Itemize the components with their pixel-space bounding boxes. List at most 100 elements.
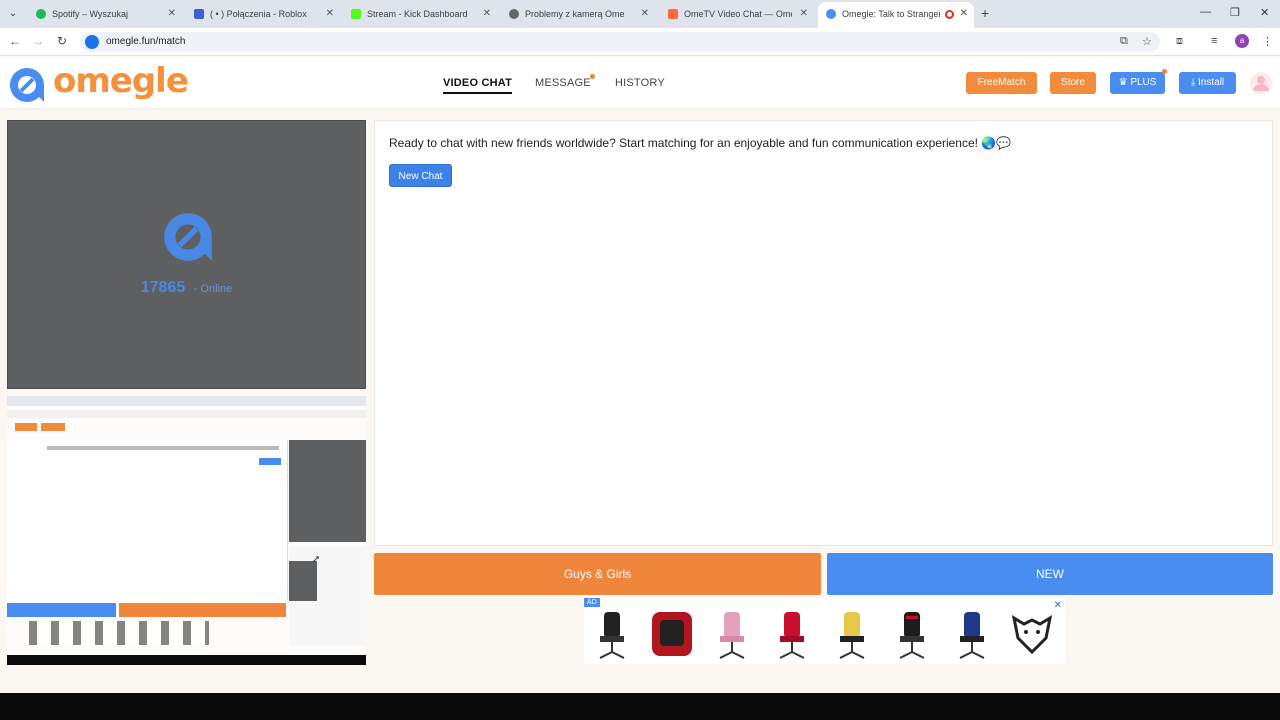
chat-panel: Ready to chat with new friends worldwide… (374, 120, 1273, 546)
stranger-video-pane: 17865 - Online (7, 120, 366, 389)
browser-tab-spotify[interactable]: Spotify – Wyszukaj ✕ (28, 4, 182, 24)
close-tab-icon[interactable]: ✕ (483, 4, 491, 24)
online-count: 17865 (140, 279, 186, 296)
tab-title: OmeTV Video Chat — Omegle (684, 9, 792, 19)
plus-label: PLUS (1130, 77, 1157, 88)
gaming-chair-pink-icon[interactable] (704, 606, 760, 662)
mirrored-ad-strip (29, 621, 209, 645)
plus-button[interactable]: ♛ PLUS (1110, 72, 1165, 94)
close-tab-icon[interactable]: ✕ (800, 4, 808, 24)
freematch-label: FreeMatch (977, 77, 1026, 88)
chat-welcome-message: Ready to chat with new friends worldwide… (389, 136, 1012, 150)
profile-avatar[interactable]: a (1235, 34, 1249, 48)
message-notification-dot (590, 74, 595, 79)
tab-title: Omegle: Talk to Strangers v (842, 9, 940, 19)
omegle-icon (826, 9, 836, 19)
bookmark-star-icon[interactable]: ☆ (1142, 35, 1152, 48)
gaming-chair-crimson-icon[interactable] (764, 606, 820, 662)
omegle-logo[interactable]: omegle (7, 61, 189, 103)
spotify-icon (36, 9, 46, 19)
nav-video-chat[interactable]: VIDEO CHAT (443, 77, 513, 94)
gaming-chair-blue-icon[interactable] (944, 606, 1000, 662)
mirrored-gender-bar (119, 603, 286, 617)
install-app-icon[interactable]: ⧉ (1120, 35, 1128, 48)
recording-icon (945, 10, 954, 19)
nav-history[interactable]: HISTORY (615, 77, 665, 89)
tab-title: Stream - Kick Dashboard (367, 9, 468, 19)
mirrored-tab-strip (7, 396, 366, 406)
store-label: Store (1061, 77, 1085, 88)
browser-tab-kick[interactable]: Stream - Kick Dashboard ✕ (343, 4, 497, 24)
media-control-icon[interactable]: ≡ (1211, 35, 1217, 47)
install-label: Install (1198, 77, 1225, 88)
user-avatar-icon[interactable] (1249, 71, 1273, 95)
download-icon: ⤓ (1190, 77, 1196, 88)
browser-tab-ometv[interactable]: OmeTV Video Chat — Omegle ✕ (660, 4, 814, 24)
online-label: - Online (193, 283, 233, 295)
browser-menu-icon[interactable]: ⋮ (1262, 35, 1273, 48)
self-video-pane: ➚ (7, 396, 366, 665)
self-video-bottom-bar (7, 655, 366, 665)
close-window-icon[interactable]: ✕ (1260, 6, 1269, 19)
reload-icon[interactable]: ↻ (54, 34, 70, 48)
ometv-icon (668, 9, 678, 19)
new-match-button[interactable]: NEW (827, 553, 1273, 595)
new-chat-button[interactable]: New Chat (389, 164, 452, 187)
cursor-icon: ➚ (312, 554, 321, 565)
mirrored-chat-text (47, 446, 279, 450)
globe-icon (509, 9, 519, 19)
omegle-logo-icon (9, 67, 44, 102)
gender-filter-label: Guys & Girls (563, 567, 632, 581)
online-counter: 17865 - Online (8, 279, 365, 297)
new-tab-button[interactable]: + (981, 5, 989, 21)
forward-icon[interactable]: → (30, 34, 46, 48)
site-info-icon[interactable] (85, 35, 99, 49)
new-match-label: NEW (1036, 567, 1064, 581)
mirrored-button (15, 423, 37, 431)
brand-mascot-logo-icon[interactable] (1004, 606, 1060, 662)
extensions-icon[interactable]: ⧈ (1176, 35, 1183, 48)
install-button[interactable]: ⤓ Install (1179, 72, 1236, 94)
browser-tab-roblox[interactable]: ( • ) Połączenia - Roblox ✕ (186, 4, 340, 24)
tab-title: Spotify – Wyszukaj (52, 9, 128, 19)
mirrored-button (41, 423, 65, 431)
store-button[interactable]: Store (1050, 72, 1096, 94)
logo-wordmark: omegle (53, 61, 189, 101)
close-tab-icon[interactable]: ✕ (326, 4, 334, 24)
close-tab-icon[interactable]: ✕ (168, 4, 176, 24)
tab-title: Problemy z kamerą Ome (525, 9, 625, 19)
close-tab-icon[interactable]: ✕ (641, 4, 649, 24)
browser-tab-omegle[interactable]: Omegle: Talk to Strangers v ✕ (818, 2, 974, 28)
site-header: omegle VIDEO CHAT MESSAGE HISTORY FreeMa… (0, 57, 1280, 108)
mirrored-new-chat (259, 458, 281, 465)
browser-tab-camera-problems[interactable]: Problemy z kamerą Ome ✕ (501, 4, 655, 24)
gaming-chair-black-icon[interactable] (584, 606, 640, 662)
freematch-button[interactable]: FreeMatch (966, 72, 1037, 94)
back-icon[interactable]: ← (7, 34, 23, 48)
close-tab-icon[interactable]: ✕ (960, 2, 968, 26)
address-bar[interactable]: omegle.fun/match (80, 32, 1160, 52)
ad-banner[interactable]: AD ✕ (584, 598, 1066, 664)
mirrored-chat-panel (7, 440, 288, 600)
mirrored-stranger-video (289, 440, 366, 542)
gaming-chair-red-icon[interactable] (644, 606, 700, 662)
gender-filter-button[interactable]: Guys & Girls (374, 553, 821, 595)
url-text: omegle.fun/match (106, 36, 186, 47)
browser-toolbar: ← → ↻ omegle.fun/match ⧉ ☆ ⧈ ≡ ⋮ (0, 28, 1280, 56)
nav-message[interactable]: MESSAGE (535, 77, 591, 89)
gaming-chair-yellow-icon[interactable] (824, 606, 880, 662)
browser-tab-strip: ⌄ Spotify – Wyszukaj ✕ ( • ) Połączenia … (0, 0, 1280, 28)
omegle-placeholder-icon (164, 213, 212, 261)
tab-search-icon[interactable]: ⌄ (6, 7, 20, 21)
mirrored-new-bar (7, 603, 116, 617)
plus-notification-dot (1162, 69, 1167, 74)
mirrored-toolbar (7, 410, 366, 418)
os-taskbar (0, 693, 1280, 720)
kick-icon (351, 9, 361, 19)
roblox-icon (194, 9, 204, 19)
minimize-icon[interactable]: — (1200, 6, 1211, 18)
crown-icon: ♛ (1118, 77, 1128, 88)
mirrored-nested-video (289, 561, 317, 601)
gaming-chair-dark-icon[interactable] (884, 606, 940, 662)
restore-icon[interactable]: ❐ (1230, 6, 1240, 19)
